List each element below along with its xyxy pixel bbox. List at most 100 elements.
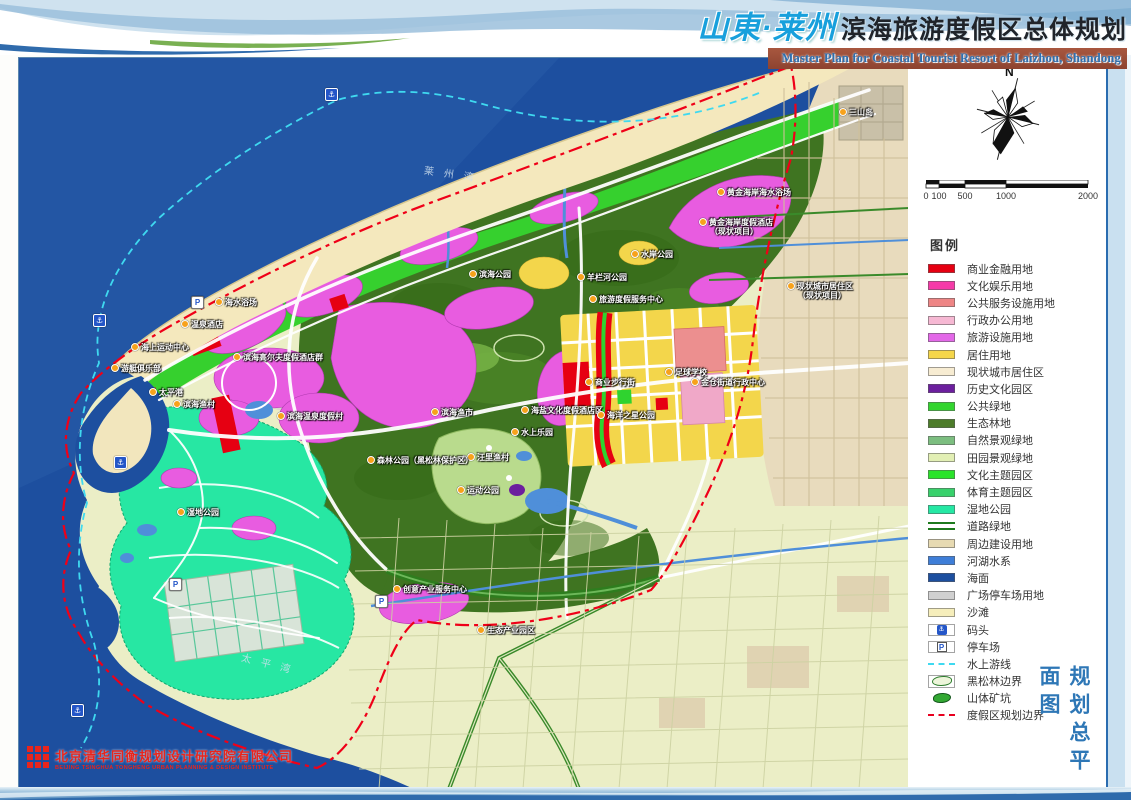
poi-dot xyxy=(181,320,189,328)
legend-swatch xyxy=(928,470,955,479)
legend-label: 田园景观绿地 xyxy=(967,450,1033,466)
map-label: 太平港 xyxy=(149,388,183,397)
map-label: 足球学校 xyxy=(665,368,707,377)
legend-label: 公共绿地 xyxy=(967,398,1011,414)
poi-dot xyxy=(393,585,401,593)
poi-dot xyxy=(631,250,639,258)
plan-title-cn: 滨海旅游度假区总体规划 xyxy=(841,16,1127,44)
legend-label: 生态林地 xyxy=(967,415,1011,431)
map-label: 滨海温泉度假村 xyxy=(277,412,343,421)
map-label: 森林公园（黑松林保护区） xyxy=(367,456,473,465)
legend-item: 历史文化园区 xyxy=(928,380,1104,397)
north-arrow: N xyxy=(968,65,1048,165)
poi-dot xyxy=(367,456,375,464)
legend-item: 行政办公用地 xyxy=(928,312,1104,329)
legend-item: P 停车场 xyxy=(928,638,1104,655)
legend-label: 自然景观绿地 xyxy=(967,432,1033,448)
plan-title-en: Master Plan for Coastal Tourist Resort o… xyxy=(782,51,1122,65)
legend-item: 旅游设施用地 xyxy=(928,329,1104,346)
poi-dot xyxy=(839,108,847,116)
scale-tick-label: 100 xyxy=(931,191,946,201)
map-label: 滨海渔市 xyxy=(431,408,473,417)
legend-label: 体育主题园区 xyxy=(967,484,1033,500)
legend-item: 广场停车场用地 xyxy=(928,587,1104,604)
map-label: 黄金海岸度假酒店（现状项目） xyxy=(699,218,773,236)
legend-swatch xyxy=(928,264,955,273)
map-label: 现状城市居住区（现状项目） xyxy=(787,282,853,300)
map-label: 运动公园 xyxy=(457,486,499,495)
legend-swatch xyxy=(928,350,955,359)
poi-dot xyxy=(131,343,139,351)
legend-label: 广场停车场用地 xyxy=(967,587,1044,603)
legend-item: 现状城市居住区 xyxy=(928,363,1104,380)
legend-item: 公共服务设施用地 xyxy=(928,294,1104,311)
poi-dot xyxy=(511,428,519,436)
legend-item: 田园景观绿地 xyxy=(928,449,1104,466)
map-label: 温泉酒店 xyxy=(181,320,223,329)
map-label: 水岸公园 xyxy=(631,250,673,259)
poi-dot xyxy=(233,353,241,361)
poi-dot xyxy=(477,626,485,634)
legend-label: 旅游设施用地 xyxy=(967,329,1033,345)
scale-bar: 010050010002000 xyxy=(924,179,1094,209)
legend-swatch: P xyxy=(928,641,955,653)
poi-dot xyxy=(173,400,181,408)
sea-name-label: 太平湾 xyxy=(240,649,302,678)
legend-swatch xyxy=(928,608,955,617)
legend-label: 公共服务设施用地 xyxy=(967,295,1055,311)
legend-title: 图例 xyxy=(930,235,960,254)
legend-item: 生态林地 xyxy=(928,415,1104,432)
legend-swatch xyxy=(928,453,955,462)
legend-swatch xyxy=(928,522,955,530)
map-labels-layer: 三山岛黄金海岸海水浴场黄金海岸度假酒店（现状项目）现状城市居住区（现状项目）水岸… xyxy=(19,58,909,789)
map-label: 黄金海岸海水浴场 xyxy=(717,188,791,197)
poi-dot xyxy=(469,270,477,278)
map-label: 金仓街道行政中心 xyxy=(691,378,765,387)
legend-swatch xyxy=(928,281,955,290)
poi-dot xyxy=(577,273,585,281)
scale-tick-label: 0 xyxy=(923,191,928,201)
dock-icon: ⚓ xyxy=(71,704,84,717)
plan-sheet: 山東·莱州 滨海旅游度假区总体规划 Master Plan for Coasta… xyxy=(0,0,1131,800)
top-banner: 山東·莱州 滨海旅游度假区总体规划 Master Plan for Coasta… xyxy=(0,0,1131,55)
poi-dot xyxy=(431,408,439,416)
map-label: 旅游度假服务中心 xyxy=(589,295,663,304)
legend-label: 码头 xyxy=(967,622,989,638)
map-label: 滨海高尔夫度假酒店群 xyxy=(233,353,323,362)
plan-title-region: 山東·莱州 xyxy=(697,10,836,45)
parking-icon: P xyxy=(169,578,182,591)
legend-swatch xyxy=(928,367,955,376)
legend-swatch xyxy=(928,714,955,716)
legend-label: 居住用地 xyxy=(967,347,1011,363)
poi-dot xyxy=(717,188,725,196)
legend-label: 文化娱乐用地 xyxy=(967,278,1033,294)
scale-ticks: 010050010002000 xyxy=(924,191,1094,203)
map-label: 海水浴场 xyxy=(215,298,257,307)
poi-dot xyxy=(665,368,673,376)
plan-subtitle-bar: Master Plan for Coastal Tourist Resort o… xyxy=(768,48,1128,69)
map-frame: 三山岛黄金海岸海水浴场黄金海岸度假酒店（现状项目）现状城市居住区（现状项目）水岸… xyxy=(18,57,910,790)
poi-dot xyxy=(457,486,465,494)
legend-label: 商业金融用地 xyxy=(967,261,1033,277)
map-label: 海上运动中心 xyxy=(131,343,189,352)
legend-swatch xyxy=(928,692,955,705)
right-margin-strip xyxy=(1106,55,1131,788)
legend-item: 湿地公园 xyxy=(928,501,1104,518)
dock-icon: ⚓ xyxy=(325,88,338,101)
poi-dot xyxy=(589,295,597,303)
map-label: 水上乐园 xyxy=(511,428,553,437)
poi-dot xyxy=(111,364,119,372)
legend-item: 文化主题园区 xyxy=(928,466,1104,483)
legend-label: 道路绿地 xyxy=(967,518,1011,534)
poi-dot xyxy=(177,508,185,516)
legend-label: 山体矿坑 xyxy=(967,690,1011,706)
side-panel: N xyxy=(908,57,1106,788)
sea-name-label: 莱州湾 xyxy=(423,162,485,185)
map-label: 创意产业服务中心 xyxy=(393,585,467,594)
company-credit: 北京清华同衡规划设计研究院有限公司 BEIJING TSINGHUA TONGH… xyxy=(27,746,293,771)
legend-label: 停车场 xyxy=(967,639,1000,655)
legend-swatch xyxy=(928,675,955,688)
legend-label: 海面 xyxy=(967,570,989,586)
legend-list: 商业金融用地文化娱乐用地公共服务设施用地行政办公用地旅游设施用地居住用地现状城市… xyxy=(928,260,1104,724)
legend-swatch: ⚓ xyxy=(928,624,955,636)
